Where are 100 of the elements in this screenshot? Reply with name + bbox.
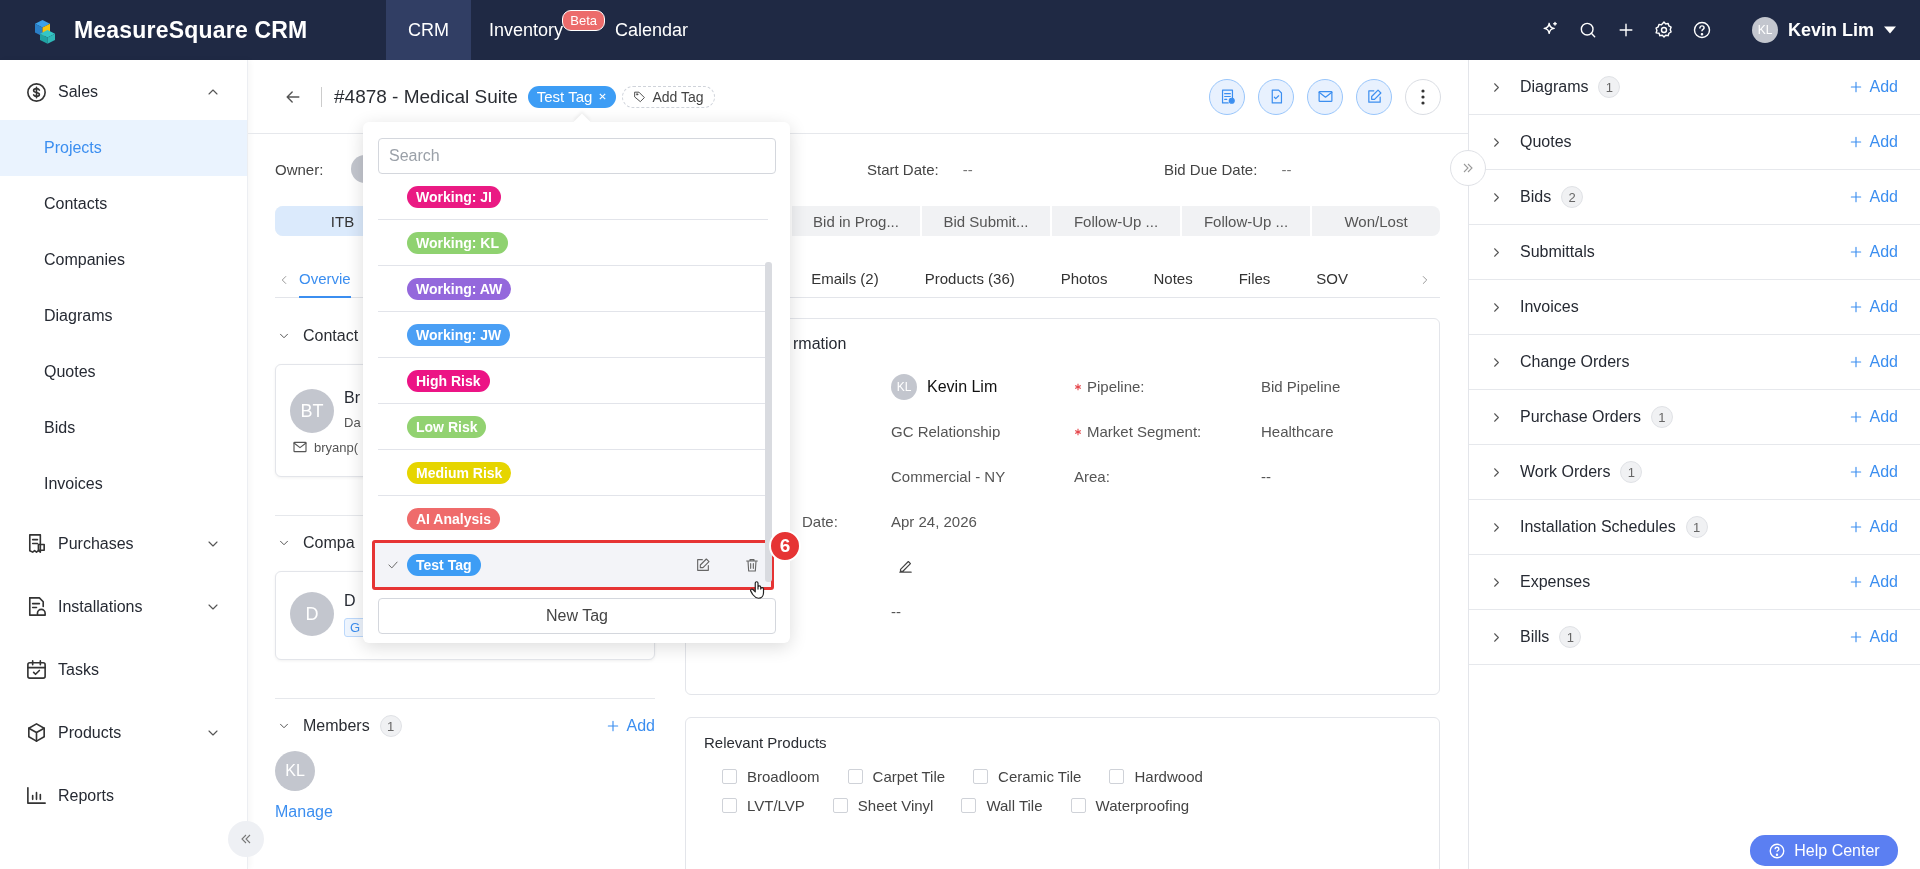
pipeline-stage[interactable]: Follow-Up ...	[1050, 206, 1180, 236]
user-avatar: KL	[1751, 17, 1778, 43]
sidebar-item[interactable]: Installations	[0, 575, 247, 638]
tag-chip: Medium Risk	[407, 461, 512, 484]
count-badge: 1	[379, 715, 402, 737]
tag-chip: Low Risk	[407, 415, 487, 438]
pipeline-stage[interactable]: Bid Submit...	[920, 206, 1050, 236]
tag-chip: Test Tag	[407, 554, 481, 576]
action-button[interactable]	[1209, 78, 1245, 115]
company-avatar: D	[290, 592, 334, 636]
action-button[interactable]	[1258, 78, 1294, 115]
pipeline-stage[interactable]: Follow-Up ...	[1180, 206, 1310, 236]
caret-icon	[1884, 26, 1896, 34]
sidebar-item[interactable]: Diagrams	[0, 288, 247, 344]
sidebar-item[interactable]: Quotes	[0, 344, 247, 400]
owner-label: Owner:	[275, 160, 324, 178]
sidebar-item[interactable]: Tasks	[0, 638, 247, 701]
sidebar-item[interactable]: Contacts	[0, 176, 247, 232]
settings-icon[interactable]	[1653, 20, 1674, 40]
field-label: Area:	[1074, 467, 1110, 487]
user-menu[interactable]: KL Kevin Lim	[1751, 17, 1896, 43]
tab[interactable]: Products (36)	[924, 261, 1015, 298]
count-badge: 1	[1620, 461, 1643, 483]
user-name: Kevin Lim	[1787, 19, 1874, 41]
checkbox[interactable]: Wall Tile	[961, 797, 1043, 814]
bar-chart-icon	[25, 784, 48, 807]
user-name: Kevin Lim	[927, 377, 998, 396]
section-title: Submittals	[1520, 243, 1595, 261]
action-button[interactable]	[1356, 78, 1392, 115]
checkbox[interactable]: Hardwood	[1109, 768, 1203, 785]
required-icon	[1074, 382, 1082, 391]
edit-icon[interactable]	[695, 557, 711, 573]
tab[interactable]: Photos	[1060, 261, 1108, 298]
field-label: Pipeline:	[1074, 364, 1145, 409]
field-value: --	[962, 160, 973, 178]
tag-chip: Working: JW	[407, 323, 511, 346]
checkbox[interactable]: Ceramic Tile	[973, 768, 1082, 785]
pencil-icon[interactable]	[897, 558, 914, 575]
tab[interactable]: SOV	[1316, 261, 1348, 298]
tag-option[interactable]: Working: AW	[378, 266, 768, 312]
mail-icon	[1316, 88, 1334, 105]
contact-avatar: BT	[290, 389, 334, 433]
new-tag-button[interactable]: New Tag	[378, 598, 776, 634]
help-center-button[interactable]: Help Center	[1750, 835, 1898, 866]
section-title: Diagrams	[1520, 78, 1589, 96]
close-icon[interactable]	[598, 92, 608, 101]
sidebar-label: Sales	[58, 83, 100, 101]
tab[interactable]: Notes	[1153, 261, 1193, 298]
tab[interactable]: Files	[1238, 261, 1271, 298]
checkbox[interactable]: Carpet Tile	[847, 768, 946, 785]
checkbox[interactable]: Broadloom	[722, 768, 820, 785]
section-title: Bills	[1520, 628, 1550, 646]
tag-chip: AI Analysis	[407, 507, 500, 530]
section-title: Contact	[303, 327, 359, 345]
count-badge: 1	[1685, 516, 1708, 538]
checkbox[interactable]: Waterproofing	[1070, 797, 1190, 814]
field-value: Apr 24, 2026	[891, 512, 977, 532]
section-title: Relevant Products	[704, 734, 828, 751]
sidebar-item[interactable]: Products	[0, 701, 247, 764]
field-value: Bid Pipeline	[1261, 377, 1341, 397]
field-label: Start Date:	[867, 160, 939, 178]
count-badge: 1	[1598, 76, 1621, 98]
section-title: Bids	[1520, 188, 1552, 206]
section-title: Installation Schedules	[1520, 518, 1676, 536]
scrollbar[interactable]	[765, 262, 772, 582]
sidebar-item[interactable]: Invoices	[0, 456, 247, 512]
field-value: Healthcare	[1261, 422, 1334, 442]
count-badge: 1	[1650, 406, 1673, 428]
count-badge: 2	[1561, 186, 1584, 208]
contact-email: bryanp(	[314, 439, 359, 455]
tag-option[interactable]: Working: JI	[378, 174, 768, 220]
tag-chip: Working: KL	[407, 231, 508, 254]
checkbox[interactable]: Sheet Vinyl	[832, 797, 934, 814]
help-icon	[1768, 841, 1787, 860]
sidebar-label: Reports	[58, 786, 116, 805]
sidebar-item[interactable]: Companies	[0, 232, 247, 288]
nav-tab[interactable]: CRM	[386, 0, 471, 60]
pipeline-stage[interactable]: Won/Lost	[1310, 206, 1440, 236]
trash-icon[interactable]	[744, 557, 760, 573]
sidebar-item[interactable]: Reports	[0, 764, 247, 827]
section-title: rmation	[793, 336, 848, 352]
action-button[interactable]	[1307, 78, 1343, 115]
field-label: Market Segment:	[1074, 409, 1202, 454]
search-field[interactable]: Search	[378, 138, 776, 174]
checkbox[interactable]: LVT/LVP	[722, 797, 805, 814]
tab[interactable]: Emails (2)	[811, 261, 879, 298]
sidebar-item[interactable]: Sales	[0, 64, 247, 120]
section-title: Change Orders	[1520, 353, 1630, 371]
sidebar-item[interactable]: Purchases	[0, 512, 247, 575]
field-label: Bid Due Date:	[1164, 160, 1258, 178]
beta-badge: Beta	[562, 10, 606, 31]
dollar-icon	[25, 80, 48, 104]
tag-chip: Working: AW	[407, 277, 512, 300]
tag-icon	[633, 90, 647, 103]
sidebar-item[interactable]: Bids	[0, 400, 247, 456]
help-icon[interactable]	[1691, 20, 1712, 40]
tag-chip: High Risk	[407, 369, 490, 392]
sidebar-label: Installations	[58, 597, 144, 616]
section-title: Quotes	[1520, 133, 1572, 151]
field-label: Date:	[802, 512, 838, 532]
